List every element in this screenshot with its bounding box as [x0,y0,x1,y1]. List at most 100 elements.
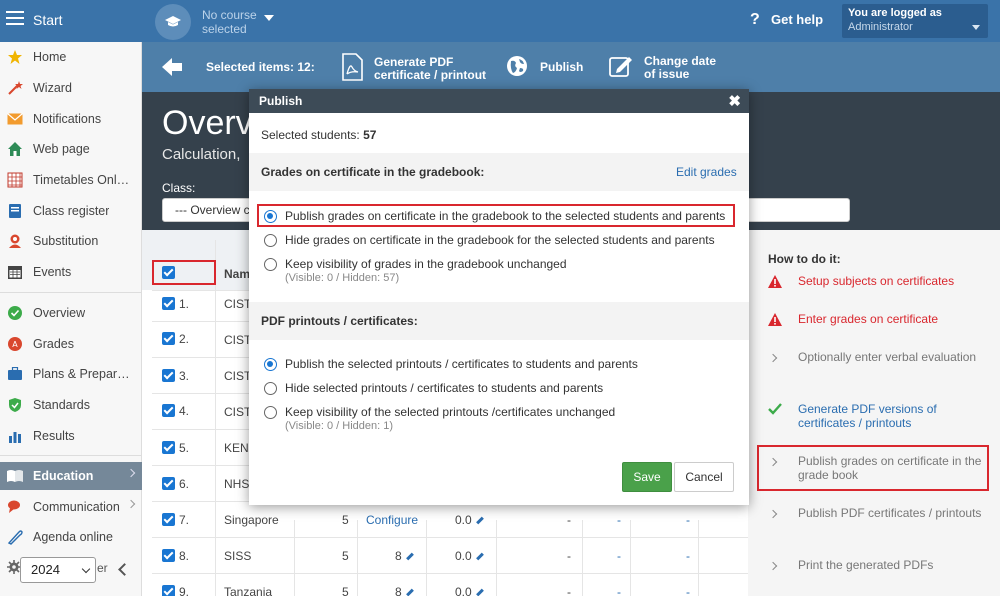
grade-option-hide-label[interactable]: Hide grades on certificate in the gradeb… [285,233,715,247]
grade-cell[interactable]: - [617,549,621,563]
chevron-right-icon [768,559,784,575]
sidebar-item-communication[interactable]: Communication [0,493,142,521]
sidebar-item-standards[interactable]: Standards [0,391,142,419]
row-checkbox[interactable] [162,332,175,345]
row-checkbox[interactable] [162,369,175,382]
change-date-button[interactable]: Change date of issue [608,53,716,82]
how-to-step[interactable]: Publish PDF certificates / printouts [768,506,993,522]
grade-cell[interactable]: - [686,513,690,527]
edit-document-icon [608,53,634,82]
pdf-option-keep-label[interactable]: Keep visibility of the selected printout… [285,405,615,419]
start-link[interactable]: Start [33,12,63,28]
hamburger-menu-icon[interactable] [6,11,24,25]
grade-cell[interactable]: - [617,585,621,596]
pdf-option-publish-radio[interactable] [264,358,277,371]
pencil-icon[interactable] [405,588,414,596]
close-icon[interactable]: ✖ [728,92,741,110]
sidebar: Home Wizard Notifications Web page Timet… [0,42,142,596]
sidebar-item-education[interactable]: Education [0,462,142,490]
configure-link[interactable]: Configure [366,513,418,527]
pdf-option-hide-radio[interactable] [264,382,277,395]
column-divider [496,520,497,596]
register-icon [6,202,24,220]
subject-count: 5 [342,585,349,596]
pencil-icon[interactable] [405,552,414,561]
sidebar-item-notifications[interactable]: Notifications [0,105,142,133]
sidebar-item-grades[interactable]: A Grades [0,330,142,358]
get-help-link[interactable]: Get help [771,12,823,27]
grade-cell[interactable]: - [617,513,621,527]
grade-option-hide-radio[interactable] [264,234,277,247]
row-checkbox[interactable] [162,585,175,596]
sidebar-divider [0,455,142,456]
row-number: 5. [179,441,190,455]
course-dropdown-icon[interactable] [264,15,274,21]
sidebar-item-plans[interactable]: Plans & Prepar… [0,360,142,388]
gear-icon[interactable] [7,560,21,577]
course-selector[interactable]: No course selected [202,8,272,36]
row-checkbox[interactable] [162,549,175,562]
pdf-option-hide-label[interactable]: Hide selected printouts / certificates t… [285,381,603,395]
back-arrow-icon[interactable] [160,55,184,82]
publish-dialog: Publish ✖ Selected students: 57 Grades o… [249,89,749,505]
sidebar-item-wizard[interactable]: Wizard [0,74,142,102]
graduation-cap-icon[interactable] [155,4,191,40]
warning-icon [768,313,784,329]
name-column-header[interactable]: Nam [224,267,250,281]
sidebar-item-home[interactable]: Home [0,43,142,71]
save-button[interactable]: Save [622,462,672,492]
sidebar-item-timetables[interactable]: Timetables Onl… [0,166,142,194]
cancel-button[interactable]: Cancel [674,462,734,492]
generate-pdf-button[interactable]: Generate PDF certificate / printout [340,53,486,84]
row-checkbox[interactable] [162,477,175,490]
wizard-icon [6,79,24,97]
how-to-step[interactable]: Optionally enter verbal evaluation [768,350,993,366]
grade-cell[interactable]: - [686,549,690,563]
pencil-icon[interactable] [475,552,484,561]
checkmark-icon [768,403,784,419]
grade-cell[interactable]: - [686,585,690,596]
subject-count: 5 [342,513,349,527]
sidebar-item-events[interactable]: Events [0,258,142,286]
column-divider [582,520,583,596]
sidebar-item-substitution[interactable]: Substitution [0,227,142,255]
how-to-step[interactable]: Setup subjects on certificates [768,274,993,290]
user-menu-caret-icon[interactable] [972,25,980,30]
how-to-step-text: Setup subjects on certificates [798,274,955,288]
how-to-step[interactable]: Enter grades on certificate [768,312,993,328]
row-checkbox[interactable] [162,404,175,417]
user-menu[interactable]: You are logged as Administrator [842,4,988,38]
how-to-step[interactable]: Generate PDF versions of certificates / … [768,402,993,430]
row-checkbox[interactable] [162,297,175,310]
how-to-step-text: Generate PDF versions of certificates / … [798,402,937,430]
sidebar-item-web-page[interactable]: Web page [0,135,142,163]
sidebar-item-agenda[interactable]: Agenda online [0,523,142,551]
grade-text: 8 [395,585,402,596]
average-text: 0.0 [455,513,472,527]
year-select[interactable]: 2024 [20,557,96,583]
student-name: CIST [224,333,252,347]
sidebar-item-overview[interactable]: Overview [0,299,142,327]
sidebar-item-results[interactable]: Results [0,422,142,450]
pencil-icon[interactable] [475,588,484,596]
help-icon[interactable]: ? [750,11,760,29]
publish-button[interactable]: Publish [506,55,583,80]
column-divider [426,520,427,596]
sidebar-item-label: Agenda online [33,530,113,544]
row-number: 4. [179,404,190,418]
pencil-icon[interactable] [475,516,484,525]
grade-value: 8 [395,549,414,563]
pdf-option-keep-radio[interactable] [264,406,277,419]
generate-pdf-label: Generate PDF certificate / printout [374,55,486,82]
grade-option-keep-radio[interactable] [264,258,277,271]
grade-option-keep-label[interactable]: Keep visibility of grades in the gradebo… [285,257,567,271]
edit-grades-link[interactable]: Edit grades [676,165,737,179]
logged-as-label: You are logged as [848,7,942,19]
sidebar-item-label: Substitution [33,234,99,248]
sidebar-item-class-register[interactable]: Class register [0,197,142,225]
how-to-step[interactable]: Print the generated PDFs [768,558,993,574]
row-checkbox[interactable] [162,441,175,454]
sidebar-item-label: Communication [33,500,120,514]
row-checkbox[interactable] [162,513,175,526]
pdf-option-publish-label[interactable]: Publish the selected printouts / certifi… [285,357,638,371]
